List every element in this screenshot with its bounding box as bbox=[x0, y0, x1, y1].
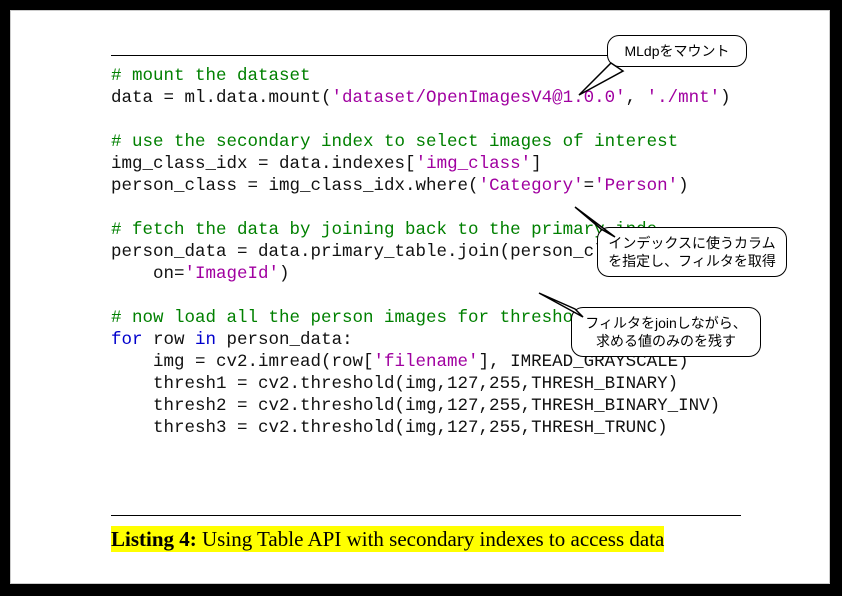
code-text: on= bbox=[111, 264, 185, 284]
caption-text: Using Table API with secondary indexes t… bbox=[197, 527, 665, 551]
comment-line: # use the secondary index to select imag… bbox=[111, 132, 678, 152]
code-text: thresh3 = cv2.threshold(img,127,255,THRE… bbox=[111, 418, 668, 438]
code-text: thresh2 = cv2.threshold(img,127,255,THRE… bbox=[111, 396, 720, 416]
code-text: ) bbox=[720, 88, 731, 108]
code-text: row bbox=[143, 330, 196, 350]
callout-join: フィルタをjoinしながら、求める値のみのを残す bbox=[571, 307, 761, 357]
string-literal: './mnt' bbox=[647, 88, 721, 108]
string-literal: 'img_class' bbox=[416, 154, 532, 174]
code-text: thresh1 = cv2.threshold(img,127,255,THRE… bbox=[111, 374, 678, 394]
code-text: ) bbox=[678, 176, 689, 196]
code-text: img = cv2.imread(row[ bbox=[111, 352, 374, 372]
keyword: for bbox=[111, 330, 143, 350]
callout-text: フィルタをjoinしながら、求める値のみのを残す bbox=[585, 315, 747, 349]
code-text: ) bbox=[279, 264, 290, 284]
caption-label: Listing 4: bbox=[111, 527, 197, 551]
code-text: img_class_idx = data.indexes[ bbox=[111, 154, 416, 174]
comment-line: # now load all the person images for thr… bbox=[111, 308, 584, 328]
listing-caption: Listing 4: Using Table API with secondar… bbox=[111, 527, 664, 552]
code-text: data = ml.data.mount( bbox=[111, 88, 332, 108]
string-literal: 'Category' bbox=[479, 176, 584, 196]
callout-text: インデックスに使うカラムを指定し、フィルタを取得 bbox=[608, 235, 776, 269]
callout-pointer-icon bbox=[571, 59, 631, 99]
code-text: ] bbox=[531, 154, 542, 174]
string-literal: 'Person' bbox=[594, 176, 678, 196]
code-text: person_data: bbox=[216, 330, 353, 350]
comment-line: # mount the dataset bbox=[111, 66, 311, 86]
callout-text: MLdpをマウント bbox=[624, 43, 729, 59]
string-literal: 'ImageId' bbox=[185, 264, 280, 284]
rule-bottom bbox=[111, 515, 741, 516]
page: # mount the dataset data = ml.data.mount… bbox=[10, 10, 830, 584]
string-literal: 'filename' bbox=[374, 352, 479, 372]
code-text: = bbox=[584, 176, 595, 196]
keyword: in bbox=[195, 330, 216, 350]
code-text: person_class = img_class_idx.where( bbox=[111, 176, 479, 196]
callout-pointer-icon bbox=[533, 287, 593, 327]
code-text: person_data = data.primary_table.join(pe… bbox=[111, 242, 647, 262]
callout-pointer-icon bbox=[567, 203, 627, 243]
